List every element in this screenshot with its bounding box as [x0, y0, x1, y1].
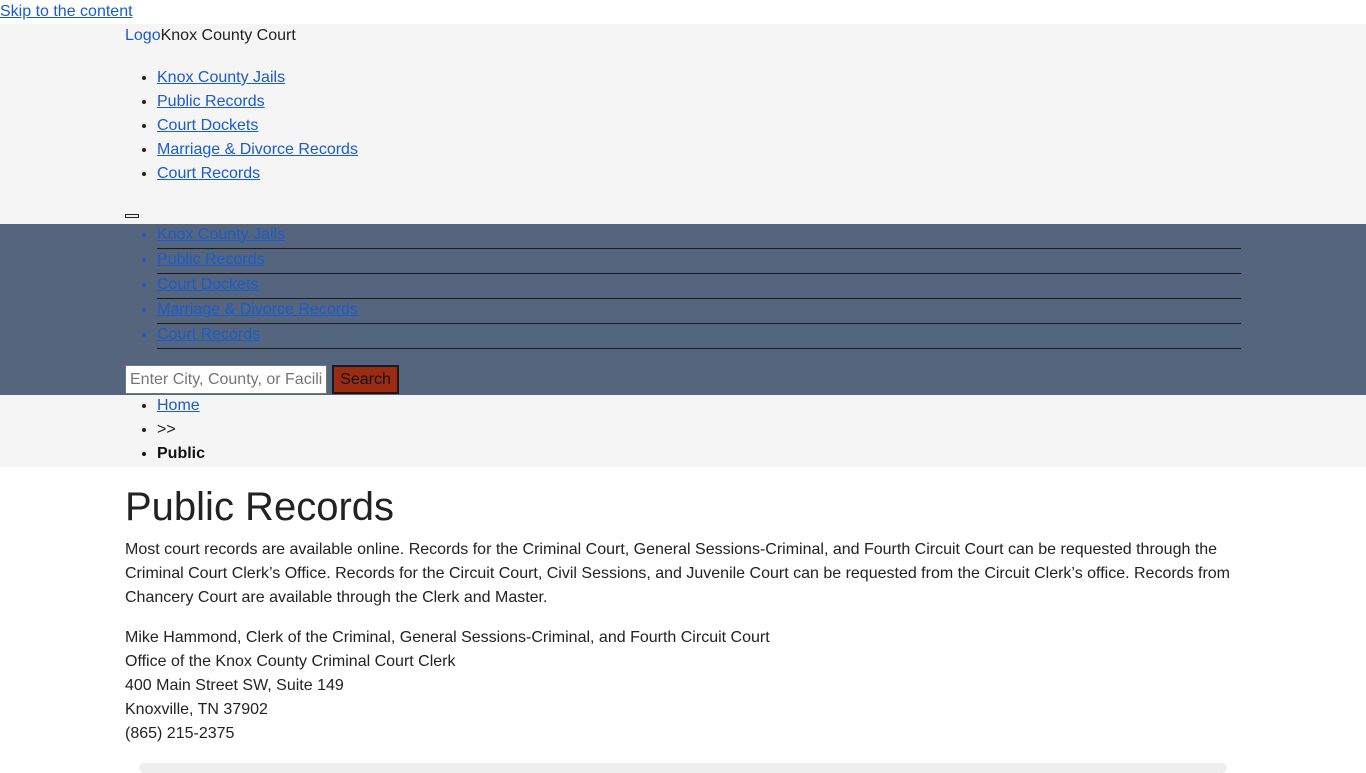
secondary-nav: Knox County Jails Public Records Court D… [125, 224, 1241, 349]
page-title: Public Records [125, 485, 395, 529]
breadcrumb-item: Home [157, 395, 205, 419]
nav-item: Public Records [157, 90, 358, 114]
nav-link-court-dockets[interactable]: Court Dockets [157, 117, 258, 134]
search-input[interactable] [125, 365, 327, 394]
mobile-nav-band: Knox County Jails Public Records Court D… [0, 224, 1366, 395]
secondary-nav-link-public-records[interactable]: Public Records [157, 251, 265, 268]
breadcrumb: Home >> Public [125, 395, 205, 467]
nav-item: Marriage & Divorce Records [157, 299, 1241, 324]
site-name: Knox County Court [160, 27, 296, 44]
secondary-nav-link-marriage-divorce-records[interactable]: Marriage & Divorce Records [157, 301, 358, 318]
nav-item: Court Dockets [157, 274, 1241, 299]
site-header: LogoKnox County Court Knox County Jails … [0, 24, 1366, 224]
address-line: Office of the Knox County Criminal Court… [125, 653, 456, 670]
secondary-nav-link-knox-county-jails[interactable]: Knox County Jails [157, 226, 285, 243]
nav-item: Marriage & Divorce Records [157, 138, 358, 162]
address-line: 400 Main Street SW, Suite 149 [125, 677, 344, 694]
skip-to-content-link[interactable]: Skip to the content [0, 2, 133, 21]
nav-item: Court Records [157, 324, 1241, 349]
menu-toggle-button[interactable] [125, 214, 139, 218]
nav-item: Court Records [157, 162, 358, 186]
breadcrumb-current: Public [157, 443, 205, 467]
breadcrumb-bar: Home >> Public [0, 395, 1366, 467]
address-line: Knoxville, TN 37902 [125, 701, 268, 718]
secondary-nav-link-court-dockets[interactable]: Court Dockets [157, 276, 258, 293]
nav-link-knox-county-jails[interactable]: Knox County Jails [157, 69, 285, 86]
nav-item: Knox County Jails [157, 66, 358, 90]
phone-number: (865) 215-2375 [125, 725, 235, 742]
primary-nav: Knox County Jails Public Records Court D… [125, 66, 358, 186]
intro-paragraph: Most court records are available online.… [125, 541, 1231, 606]
site-brand[interactable]: LogoKnox County Court [125, 27, 296, 44]
clerk-address-block: Mike Hammond, Clerk of the Criminal, Gen… [125, 626, 770, 746]
nav-item: Knox County Jails [157, 224, 1241, 249]
nav-item: Public Records [157, 249, 1241, 274]
breadcrumb-home-link[interactable]: Home [157, 397, 200, 414]
secondary-nav-link-court-records[interactable]: Court Records [157, 326, 260, 343]
nav-link-marriage-divorce-records[interactable]: Marriage & Divorce Records [157, 141, 358, 158]
nav-link-court-records[interactable]: Court Records [157, 165, 260, 182]
logo-image[interactable]: Logo [125, 27, 161, 44]
nav-item: Court Dockets [157, 114, 358, 138]
content-card [139, 763, 1227, 773]
search-button[interactable]: Search [332, 365, 399, 394]
address-line: Mike Hammond, Clerk of the Criminal, Gen… [125, 629, 770, 646]
nav-link-public-records[interactable]: Public Records [157, 93, 265, 110]
breadcrumb-separator: >> [157, 419, 205, 443]
